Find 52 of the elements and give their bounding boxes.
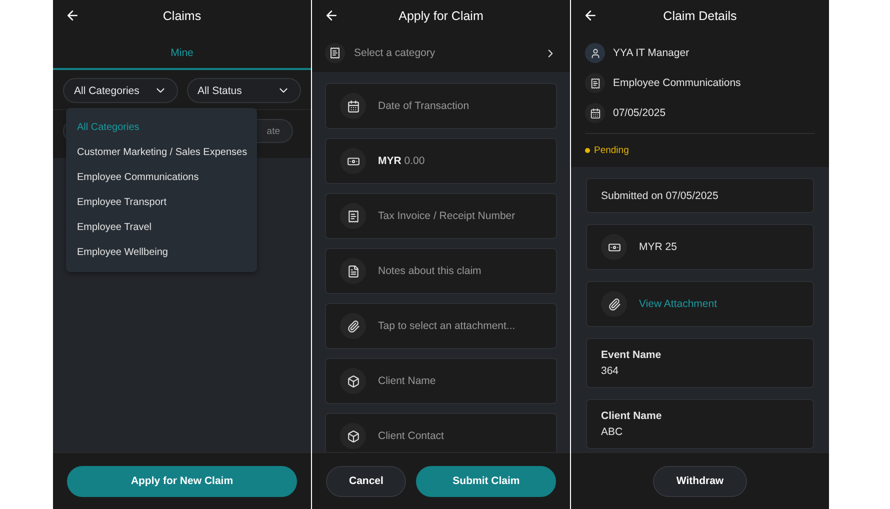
calendar-icon bbox=[590, 108, 600, 118]
info-text: YYA IT Manager bbox=[613, 47, 690, 59]
tab[interactable]: Mine bbox=[53, 38, 311, 70]
field-label: Client Name bbox=[601, 410, 662, 422]
screen-title: Claim Details bbox=[663, 9, 737, 23]
menu-item[interactable]: Employee Travel bbox=[66, 215, 257, 240]
input-field[interactable]: Date of Transaction bbox=[325, 83, 557, 129]
input-field[interactable]: Notes about this claim bbox=[325, 248, 557, 294]
cube-icon bbox=[346, 430, 360, 442]
menu-item[interactable]: All Categories bbox=[66, 115, 257, 140]
filter-dropdown[interactable]: All Status bbox=[186, 78, 301, 103]
amount-text: MYR 25 bbox=[639, 241, 677, 253]
paperclip-icon bbox=[608, 298, 620, 310]
banknote-icon bbox=[346, 154, 360, 168]
menu-item[interactable]: Customer Marketing / Sales Expenses bbox=[66, 140, 257, 165]
secondary-button[interactable]: Cancel bbox=[326, 466, 406, 496]
submitted-text: Submitted on 07/05/2025 bbox=[601, 190, 718, 202]
banknote-icon bbox=[608, 240, 620, 254]
input-field[interactable]: Client Name bbox=[325, 358, 557, 404]
field-value: 364 bbox=[601, 365, 619, 377]
primary-button[interactable]: Apply for New Claim bbox=[67, 466, 297, 496]
primary-button[interactable]: Submit Claim bbox=[416, 466, 556, 496]
secondary-button[interactable]: Withdraw bbox=[653, 466, 747, 496]
attachment-link[interactable]: View Attachment bbox=[639, 298, 718, 310]
menu-item[interactable]: Employee Wellbeing bbox=[66, 240, 257, 265]
back-button[interactable] bbox=[65, 8, 80, 23]
receipt-icon bbox=[590, 78, 600, 88]
menu-item[interactable]: Employee Transport bbox=[66, 190, 257, 215]
screen-title: Apply for Claim bbox=[398, 9, 484, 23]
info-text: Employee Communications bbox=[613, 77, 741, 89]
document-icon bbox=[346, 264, 360, 278]
field-value: ABC bbox=[601, 426, 623, 438]
filter-dropdown[interactable]: All Categories bbox=[63, 78, 178, 103]
input-field[interactable]: Tap to select an attachment... bbox=[325, 303, 557, 349]
input-field[interactable]: MYR 0.00 bbox=[325, 138, 557, 184]
receipt-icon bbox=[329, 47, 341, 59]
menu-item[interactable]: Employee Communications bbox=[66, 165, 257, 190]
person-icon bbox=[590, 48, 600, 58]
screen-title: Claims bbox=[162, 9, 202, 23]
field-label: Event Name bbox=[601, 349, 662, 361]
status-label: Pending bbox=[594, 145, 629, 156]
input-field[interactable]: Tax Invoice / Receipt Number bbox=[325, 193, 557, 239]
back-button[interactable] bbox=[324, 8, 339, 23]
cube-icon bbox=[346, 374, 360, 388]
back-button[interactable] bbox=[583, 8, 598, 23]
paperclip-icon bbox=[346, 320, 360, 332]
info-text: 07/05/2025 bbox=[613, 107, 666, 119]
calendar-icon bbox=[346, 100, 360, 112]
input-field[interactable]: Client Contact bbox=[325, 413, 557, 452]
category-selector[interactable]: Select a category bbox=[325, 38, 557, 68]
receipt-icon bbox=[346, 210, 360, 222]
amount-text: MYR 0.00 bbox=[378, 155, 425, 167]
